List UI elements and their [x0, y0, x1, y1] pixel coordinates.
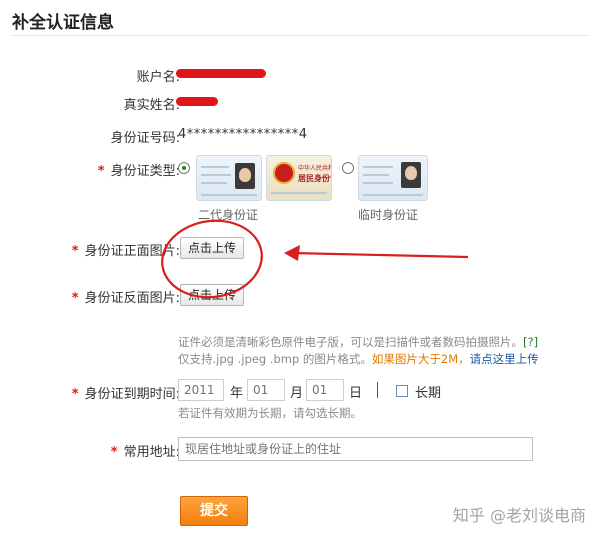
upload-hint: 证件必须是清晰彩色原件电子版，可以是扫描件或者数码拍摄照片。[?] 仅支持.jp… [178, 334, 588, 368]
annotation-circle [161, 219, 263, 299]
realname-label: 真实姓名: [123, 98, 180, 113]
realname-redaction [176, 97, 218, 106]
address-input[interactable] [178, 437, 533, 461]
annotation-overlay [161, 219, 469, 299]
idtype-radio-temporary[interactable] [342, 162, 354, 174]
idtype-label-text: 身份证类型: [110, 164, 180, 179]
emblem-icon [273, 162, 295, 184]
sample-id-card-back: 中华人民共和国 居民身份证 [266, 155, 332, 201]
expiry-label: * 身份证到期时间: [0, 383, 180, 402]
expiry-month-input[interactable] [247, 379, 285, 401]
large-upload-link[interactable]: 请点这里上传 [470, 352, 539, 366]
upload-hint-line-1: 证件必须是清晰彩色原件电子版，可以是扫描件或者数码拍摄照片。[?] [178, 334, 588, 351]
sample-temporary-card [358, 155, 428, 201]
required-mark: * [71, 387, 79, 402]
idnumber-value: 4****************4 [178, 127, 308, 142]
title-divider [12, 35, 588, 36]
upload-hint-text-1: 证件必须是清晰彩色原件电子版，可以是扫描件或者数码拍摄照片。 [178, 335, 523, 349]
required-mark: * [97, 164, 105, 179]
idnumber-label: 身份证号码: [110, 131, 180, 146]
expiry-year-unit: 年 [230, 386, 244, 401]
longterm-label: 长期 [415, 386, 442, 401]
expiry-month-unit: 月 [290, 386, 304, 401]
zhihu-watermark: 知乎 @老刘谈电商 [452, 506, 586, 525]
account-label: 账户名: [136, 70, 180, 85]
idtype-label: * 身份证类型: [0, 160, 180, 179]
upload-hint-line-2: 仅支持.jpg .jpeg .bmp 的图片格式。如果图片大于2M，请点这里上传 [178, 351, 588, 368]
required-mark: * [71, 291, 79, 306]
expiry-year-input[interactable] [178, 379, 224, 401]
help-link[interactable]: [?] [523, 335, 538, 349]
address-label-text: 常用地址: [123, 445, 180, 460]
account-redaction [176, 69, 266, 78]
upload-hint-text-2: 仅支持.jpg .jpeg .bmp 的图片格式。 [178, 352, 372, 366]
annotation-arrow-line [291, 251, 469, 259]
card-emblem-text-2: 居民身份证 [298, 174, 331, 183]
expiry-day-input[interactable] [306, 379, 344, 401]
annotation-arrowhead [284, 245, 300, 261]
expiry-label-text: 身份证到期时间: [84, 387, 180, 402]
longterm-checkbox[interactable] [396, 385, 408, 397]
expiry-separator [377, 382, 378, 398]
address-label: * 常用地址: [0, 441, 180, 460]
card-emblem-text-1: 中华人民共和国 [298, 165, 331, 172]
submit-button[interactable]: 提交 [180, 496, 248, 526]
expiry-hint: 若证件有效期为长期，请勾选长期。 [178, 406, 362, 420]
required-mark: * [110, 445, 118, 460]
required-mark: * [71, 244, 79, 259]
page-title: 补全认证信息 [12, 13, 114, 33]
sample-id-card-front [196, 155, 262, 201]
size-warning: 如果图片大于2M， [371, 352, 470, 366]
idtype-radio-second-gen[interactable] [178, 162, 190, 174]
expiry-day-unit: 日 [349, 386, 363, 401]
